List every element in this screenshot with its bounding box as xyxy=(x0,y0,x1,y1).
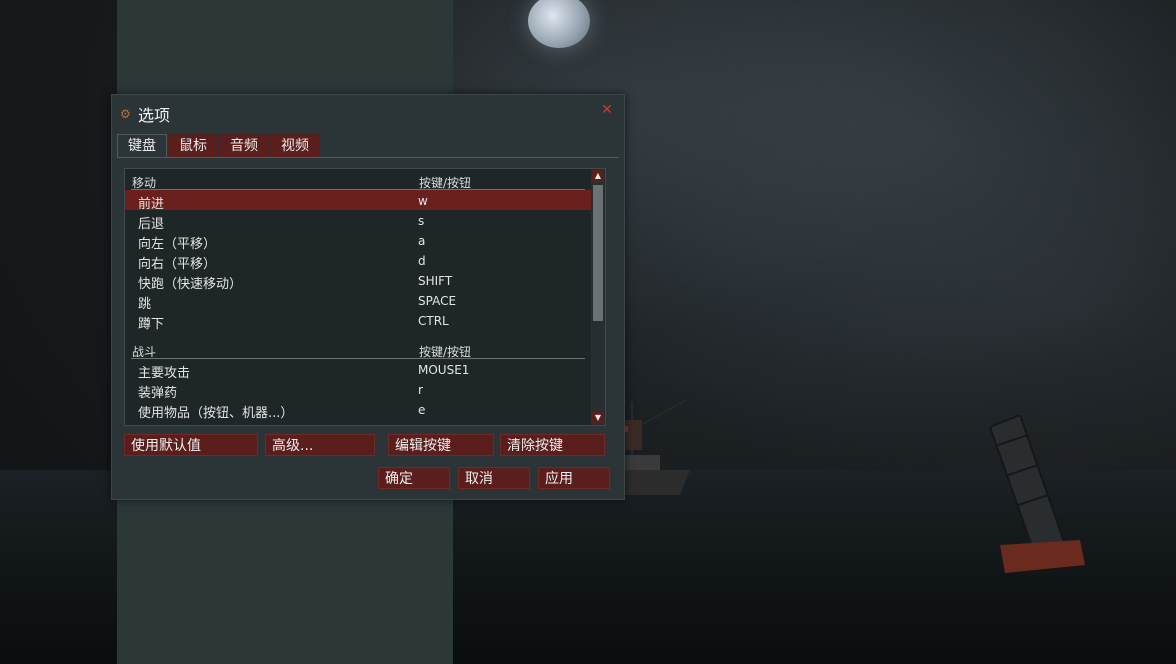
scroll-thumb[interactable] xyxy=(593,185,603,321)
use-defaults-button[interactable]: 使用默认值 xyxy=(124,434,258,456)
keybind-row-reload[interactable]: 装弹药 r xyxy=(125,379,591,401)
scrollbar[interactable]: ▲ ▼ xyxy=(591,169,605,425)
section-header-movement: 移动 按键/按钮 xyxy=(131,169,585,190)
tab-keyboard[interactable]: 键盘 xyxy=(117,134,167,158)
tab-video[interactable]: 视频 xyxy=(270,134,320,158)
keybind-row-primary-attack[interactable]: 主要攻击 MOUSE1 xyxy=(125,359,591,381)
keybind-row-back[interactable]: 后退 s xyxy=(125,210,591,232)
keybind-row-strafe-left[interactable]: 向左（平移） a xyxy=(125,230,591,252)
advanced-button[interactable]: 高级... xyxy=(265,434,375,456)
keybind-row-strafe-right[interactable]: 向右（平移） d xyxy=(125,250,591,272)
edit-key-button[interactable]: 编辑按键 xyxy=(388,434,494,456)
scroll-down-icon[interactable]: ▼ xyxy=(592,412,604,424)
dialog-title: 选项 xyxy=(138,106,171,125)
column-header-key: 按键/按钮 xyxy=(419,345,472,359)
ok-button[interactable]: 确定 xyxy=(378,467,450,489)
key-label: s xyxy=(418,214,425,228)
clear-key-button[interactable]: 清除按键 xyxy=(500,434,605,456)
cancel-button[interactable]: 取消 xyxy=(458,467,530,489)
section-title: 战斗 xyxy=(132,345,157,359)
buoy xyxy=(988,415,1085,573)
section-title: 移动 xyxy=(132,176,157,190)
scroll-up-icon[interactable]: ▲ xyxy=(592,170,604,182)
key-label: MOUSE1 xyxy=(418,363,470,377)
apply-button[interactable]: 应用 xyxy=(538,467,610,489)
tab-mouse[interactable]: 鼠标 xyxy=(168,134,218,158)
key-label: d xyxy=(418,254,426,268)
close-icon[interactable]: ✕ xyxy=(600,103,614,117)
tab-bar: 键盘 鼠标 音频 视频 xyxy=(117,134,321,158)
gear-icon: ⚙ xyxy=(120,107,131,121)
section-header-combat: 战斗 按键/按钮 xyxy=(131,338,585,359)
tab-divider xyxy=(117,157,619,158)
key-label: a xyxy=(418,234,426,248)
keybind-row-forward[interactable]: 前进 w xyxy=(125,190,591,212)
keybind-row-crouch[interactable]: 蹲下 CTRL xyxy=(125,310,591,332)
dialog-titlebar: ⚙ 选项 xyxy=(120,103,170,125)
action-label: 蹲下 xyxy=(138,317,165,332)
key-label: e xyxy=(418,403,426,417)
key-label: SHIFT xyxy=(418,274,453,288)
keybind-row-use[interactable]: 使用物品（按钮、机器...） e xyxy=(125,399,591,421)
options-dialog: ⚙ 选项 ✕ 键盘 鼠标 音频 视频 移动 按键/按钮 前进 w 后退 s 向左… xyxy=(111,94,625,500)
key-label: w xyxy=(418,194,428,208)
key-label: SPACE xyxy=(418,294,457,308)
tab-audio[interactable]: 音频 xyxy=(219,134,269,158)
keybind-list[interactable]: 移动 按键/按钮 前进 w 后退 s 向左（平移） a 向右（平移） d 快跑（… xyxy=(124,168,606,426)
key-label: r xyxy=(418,383,423,397)
keybind-row-jump[interactable]: 跳 SPACE xyxy=(125,290,591,312)
action-label: 使用物品（按钮、机器...） xyxy=(138,406,294,421)
column-header-key: 按键/按钮 xyxy=(419,176,472,190)
keybind-row-sprint[interactable]: 快跑（快速移动） SHIFT xyxy=(125,270,591,292)
key-label: CTRL xyxy=(418,314,449,328)
